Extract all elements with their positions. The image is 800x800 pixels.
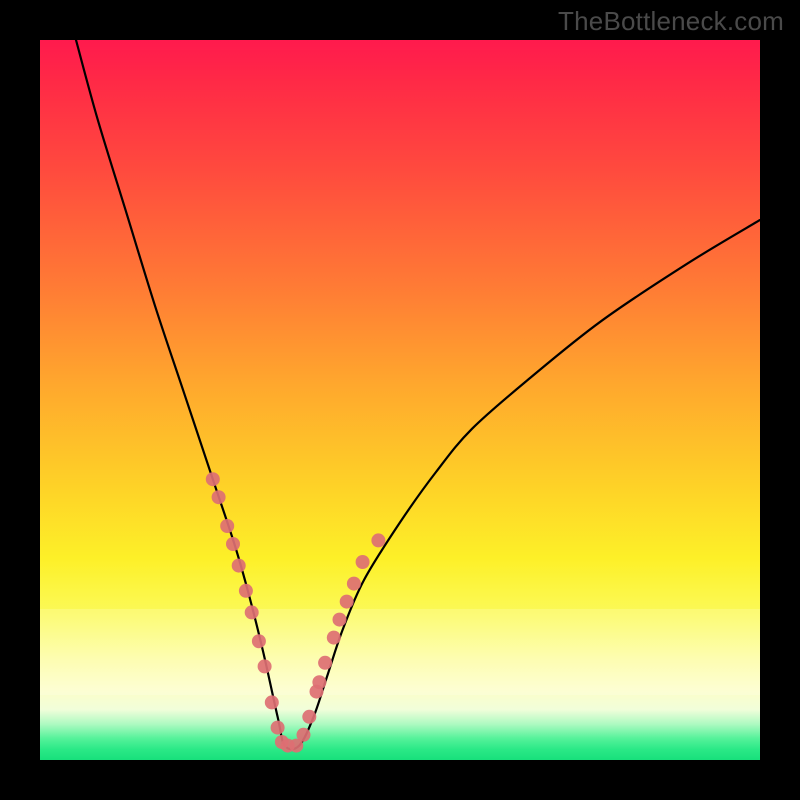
plot-area bbox=[40, 40, 760, 760]
highlight-dot bbox=[206, 472, 220, 486]
highlight-dot bbox=[226, 537, 240, 551]
highlight-dots bbox=[206, 472, 386, 752]
highlight-dot bbox=[239, 584, 253, 598]
highlight-dot bbox=[333, 613, 347, 627]
highlight-dot bbox=[340, 595, 354, 609]
highlight-dot bbox=[212, 490, 226, 504]
highlight-dot bbox=[245, 605, 259, 619]
curve-layer bbox=[40, 40, 760, 760]
highlight-dot bbox=[271, 721, 285, 735]
highlight-dot bbox=[312, 675, 326, 689]
highlight-dot bbox=[258, 659, 272, 673]
highlight-dot bbox=[232, 559, 246, 573]
chart-frame: TheBottleneck.com bbox=[0, 0, 800, 800]
highlight-dot bbox=[220, 519, 234, 533]
highlight-dot bbox=[327, 631, 341, 645]
highlight-dot bbox=[252, 634, 266, 648]
highlight-dot bbox=[347, 577, 361, 591]
highlight-dot bbox=[302, 710, 316, 724]
highlight-dot bbox=[371, 533, 385, 547]
highlight-dot bbox=[356, 555, 370, 569]
bottleneck-curve bbox=[76, 40, 760, 749]
highlight-dot bbox=[297, 728, 311, 742]
watermark-text: TheBottleneck.com bbox=[558, 6, 784, 37]
highlight-dot bbox=[265, 695, 279, 709]
highlight-dot bbox=[318, 656, 332, 670]
